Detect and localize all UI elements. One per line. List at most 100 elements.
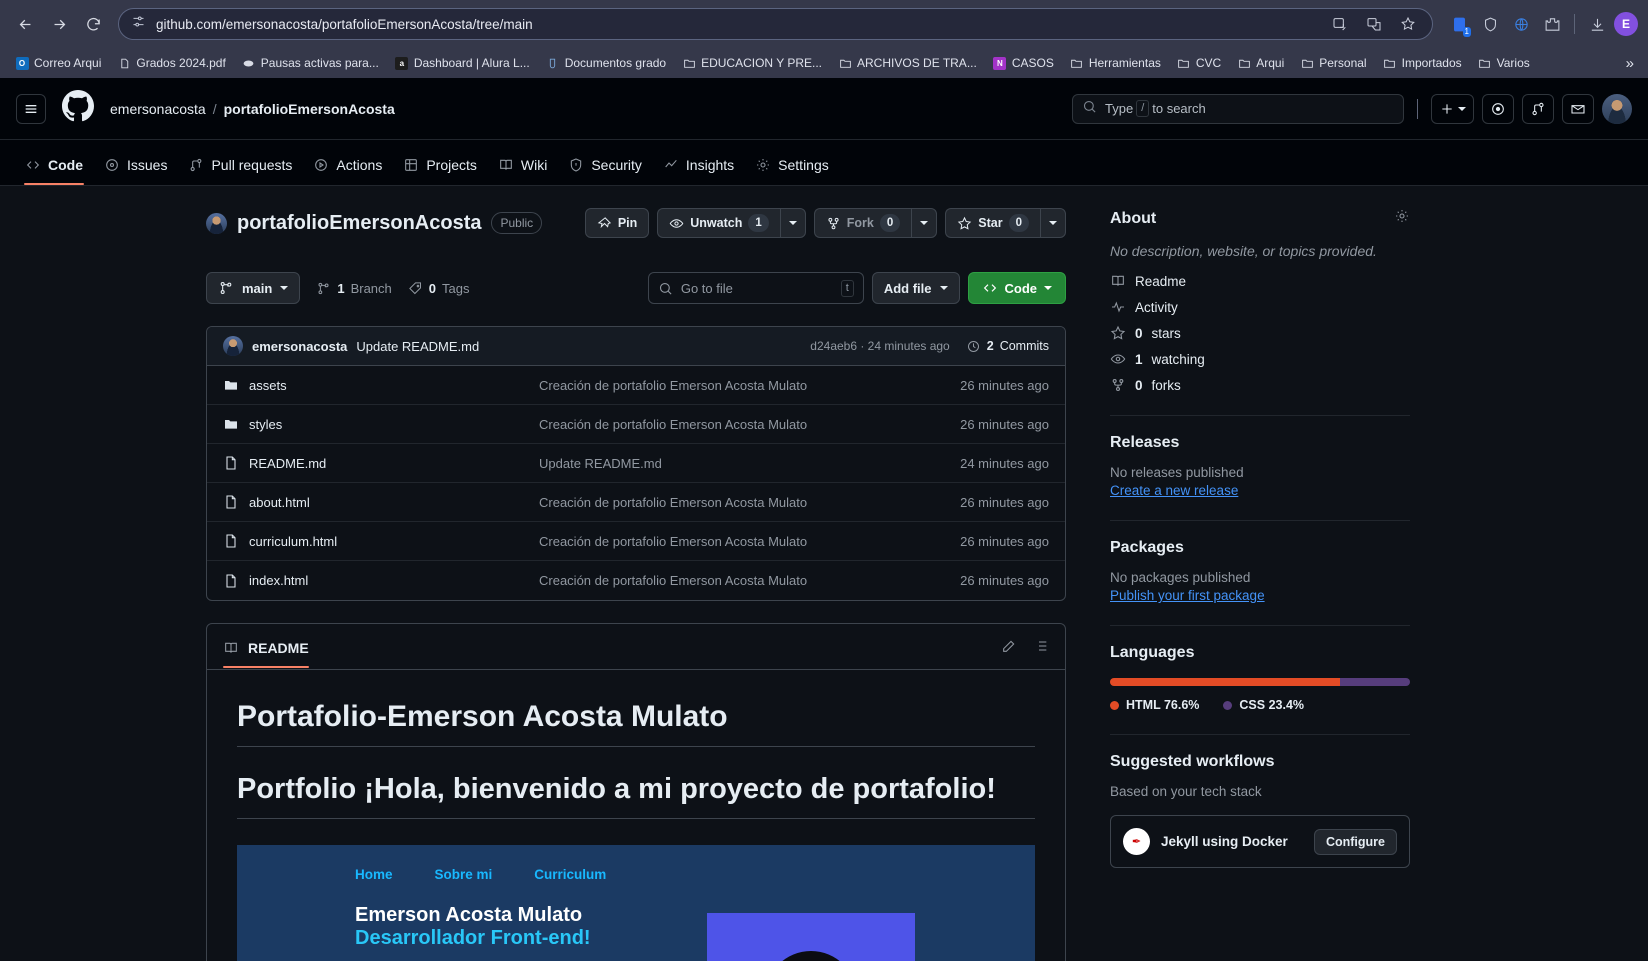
add-file-button[interactable]: Add file: [871, 272, 960, 304]
search-input[interactable]: Type / to search: [1072, 93, 1404, 124]
menu-hamburger-icon[interactable]: [16, 93, 46, 124]
extensions-puzzle-icon[interactable]: [1538, 10, 1566, 38]
bookmark-item[interactable]: Varios: [1471, 53, 1537, 73]
pull-requests-button[interactable]: [1522, 93, 1554, 124]
bookmark-star-icon[interactable]: [1396, 12, 1420, 36]
branch-selector[interactable]: main: [206, 272, 301, 304]
configure-button[interactable]: Configure: [1313, 828, 1397, 855]
file-commit-message[interactable]: Creación de portafolio Emerson Acosta Mu…: [539, 495, 960, 510]
gear-icon[interactable]: [1394, 208, 1410, 229]
bookmark-item[interactable]: CVC: [1170, 53, 1228, 73]
tab-security[interactable]: Security: [559, 151, 651, 185]
back-arrow-icon[interactable]: [10, 9, 40, 39]
commit-message[interactable]: Update README.md: [356, 339, 479, 354]
tab-wiki[interactable]: Wiki: [489, 151, 556, 185]
user-avatar[interactable]: [1602, 93, 1632, 124]
language-segment-css[interactable]: [1339, 678, 1410, 686]
file-commit-message[interactable]: Creación de portafolio Emerson Acosta Mu…: [539, 573, 960, 588]
tab-insights[interactable]: Insights: [654, 151, 743, 185]
bookmark-item[interactable]: Importados: [1376, 53, 1469, 73]
extension-sidebar-icon[interactable]: 1: [1445, 10, 1473, 38]
commit-author[interactable]: emersonacosta: [252, 339, 347, 354]
table-row[interactable]: assets Creación de portafolio Emerson Ac…: [207, 366, 1065, 405]
edit-pencil-icon[interactable]: [1001, 638, 1017, 659]
browser-profile-avatar[interactable]: E: [1614, 12, 1638, 36]
tab-code[interactable]: Code: [16, 151, 92, 185]
issues-button[interactable]: [1482, 93, 1514, 124]
tab-readme[interactable]: README: [223, 640, 309, 668]
sidebar-item-readme[interactable]: Readme: [1110, 273, 1410, 289]
file-commit-message[interactable]: Creación de portafolio Emerson Acosta Mu…: [539, 417, 960, 432]
create-new-button[interactable]: [1431, 93, 1474, 124]
table-row[interactable]: index.html Creación de portafolio Emerso…: [207, 561, 1065, 600]
file-name[interactable]: README.md: [249, 456, 326, 471]
commit-sha-time[interactable]: d24aeb6 · 24 minutes ago: [810, 339, 949, 353]
page-title[interactable]: portafolioEmersonAcosta: [237, 212, 481, 235]
globe-icon[interactable]: [1507, 10, 1535, 38]
bookmark-item[interactable]: Herramientas: [1063, 53, 1168, 73]
file-name[interactable]: index.html: [249, 573, 308, 588]
downloads-icon[interactable]: [1583, 10, 1611, 38]
bookmarks-overflow-icon[interactable]: »: [1620, 55, 1640, 72]
notifications-button[interactable]: [1562, 93, 1594, 124]
bookmark-item[interactable]: Documentos grado: [539, 53, 673, 73]
tab-projects[interactable]: Projects: [394, 151, 486, 185]
sidebar-item-activity[interactable]: Activity: [1110, 299, 1410, 315]
bookmark-item[interactable]: N CASOS: [986, 53, 1061, 73]
tab-issues[interactable]: Issues: [95, 151, 176, 185]
fork-button[interactable]: Fork 0: [813, 208, 912, 238]
language-segment-html[interactable]: [1110, 678, 1340, 686]
tab-pull-requests[interactable]: Pull requests: [179, 151, 301, 185]
file-name[interactable]: styles: [249, 417, 282, 432]
translate-icon[interactable]: [1362, 12, 1386, 36]
code-button[interactable]: Code: [967, 272, 1066, 304]
star-button[interactable]: Star 0: [945, 208, 1040, 238]
github-logo-icon[interactable]: [62, 90, 94, 127]
tab-actions[interactable]: Actions: [304, 151, 391, 185]
bookmark-item[interactable]: Personal: [1293, 53, 1373, 73]
install-app-icon[interactable]: [1328, 12, 1352, 36]
file-name[interactable]: assets: [249, 378, 287, 393]
file-commit-message[interactable]: Creación de portafolio Emerson Acosta Mu…: [539, 534, 960, 549]
fork-dropdown-button[interactable]: [911, 208, 938, 238]
sidebar-item-forks[interactable]: 0 forks: [1110, 377, 1410, 393]
create-release-link[interactable]: Create a new release: [1110, 483, 1410, 498]
address-bar[interactable]: github.com/emersonacosta/portafolioEmers…: [118, 8, 1433, 40]
file-name[interactable]: curriculum.html: [249, 534, 337, 549]
table-row[interactable]: styles Creación de portafolio Emerson Ac…: [207, 405, 1065, 444]
pin-button[interactable]: Pin: [584, 208, 650, 238]
breadcrumb-repo[interactable]: portafolioEmersonAcosta: [224, 101, 395, 117]
bookmark-item[interactable]: Pausas activas para...: [235, 53, 386, 73]
table-row[interactable]: curriculum.html Creación de portafolio E…: [207, 522, 1065, 561]
breadcrumb-owner[interactable]: emersonacosta: [110, 101, 206, 117]
reload-icon[interactable]: [78, 9, 108, 39]
branch-count-link[interactable]: 1 Branch: [316, 281, 392, 296]
commits-history-link[interactable]: 2 Commits: [966, 339, 1049, 354]
unwatch-button[interactable]: Unwatch 1: [657, 208, 780, 238]
shield-icon[interactable]: [1476, 10, 1504, 38]
site-settings-icon[interactable]: [131, 14, 146, 34]
watch-dropdown-button[interactable]: [779, 208, 806, 238]
tab-settings[interactable]: Settings: [746, 151, 838, 185]
table-row[interactable]: about.html Creación de portafolio Emerso…: [207, 483, 1065, 522]
bookmark-item[interactable]: O Correo Arqui: [8, 53, 108, 73]
file-commit-message[interactable]: Update README.md: [539, 456, 960, 471]
outline-list-icon[interactable]: [1033, 638, 1049, 659]
file-name[interactable]: about.html: [249, 495, 310, 510]
sidebar-item-watching[interactable]: 1 watching: [1110, 351, 1410, 367]
table-row[interactable]: README.md Update README.md 24 minutes ag…: [207, 444, 1065, 483]
forward-arrow-icon[interactable]: [44, 9, 74, 39]
file-commit-message[interactable]: Creación de portafolio Emerson Acosta Mu…: [539, 378, 960, 393]
sidebar-item-stars[interactable]: 0 stars: [1110, 325, 1410, 341]
star-dropdown-button[interactable]: [1040, 208, 1066, 238]
bookmark-item[interactable]: Arqui: [1230, 53, 1291, 73]
go-to-file-input[interactable]: Go to file t: [647, 272, 864, 304]
tag-count-link[interactable]: 0 Tags: [408, 281, 469, 296]
legend-item-html[interactable]: HTML 76.6%: [1110, 698, 1199, 712]
bookmark-item[interactable]: ARCHIVOS DE TRA...: [831, 53, 984, 73]
bookmark-item[interactable]: Grados 2024.pdf: [110, 53, 232, 73]
legend-item-css[interactable]: CSS 23.4%: [1223, 698, 1304, 712]
publish-package-link[interactable]: Publish your first package: [1110, 588, 1410, 603]
bookmark-item[interactable]: EDUCACION Y PRE...: [675, 53, 829, 73]
bookmark-item[interactable]: a Dashboard | Alura L...: [388, 53, 537, 73]
